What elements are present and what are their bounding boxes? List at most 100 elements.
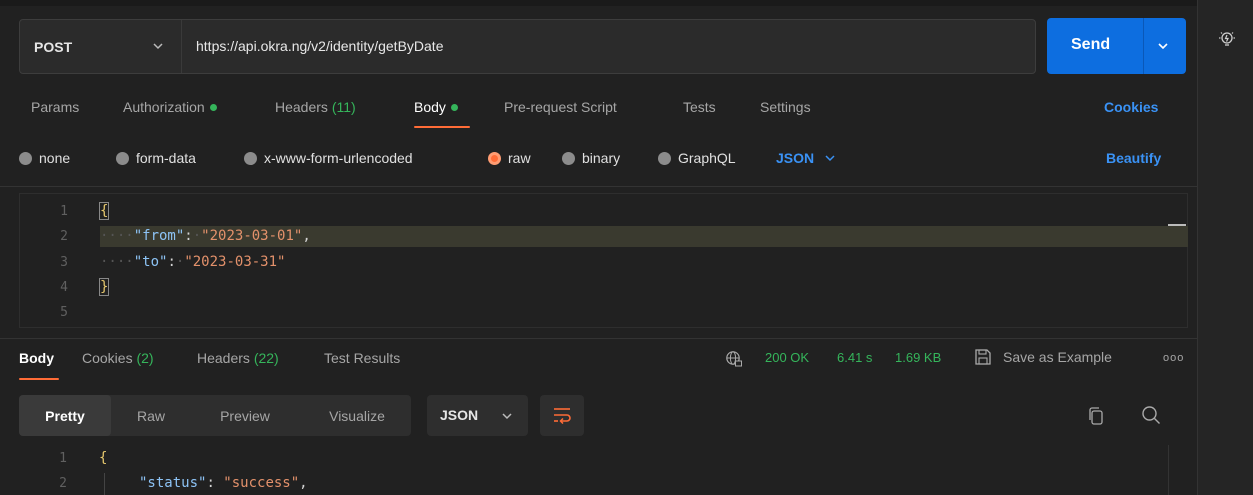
chevron-down-icon xyxy=(825,155,835,162)
code-line: "status": "success", xyxy=(139,475,308,491)
radio-form-data[interactable]: form-data xyxy=(116,150,196,166)
tab-headers[interactable]: Headers (11) xyxy=(275,99,356,115)
json-value: "2023-03-31" xyxy=(184,254,286,270)
tab-tests-label: Tests xyxy=(683,99,716,115)
response-tab-cookies[interactable]: Cookies (2) xyxy=(82,350,154,366)
active-tab-underline xyxy=(19,378,59,380)
open-brace: { xyxy=(99,450,108,466)
tab-body[interactable]: Body xyxy=(414,99,458,115)
radio-raw-label: raw xyxy=(508,150,531,166)
code-line: { xyxy=(98,202,110,220)
code-line: ····"from":·"2023-03-01", xyxy=(100,228,311,244)
save-icon[interactable] xyxy=(974,348,992,366)
tab-authorization-label: Authorization xyxy=(123,99,205,115)
tab-settings-label: Settings xyxy=(760,99,811,115)
tab-headers-label: Headers xyxy=(275,99,328,115)
radio-urlencoded-label: x-www-form-urlencoded xyxy=(264,150,413,166)
line-number: 1 xyxy=(60,204,68,219)
radio-none-icon xyxy=(19,151,32,165)
response-time[interactable]: 6.41 s xyxy=(837,350,872,365)
response-tab-headers-label: Headers xyxy=(197,350,250,366)
json-key: "to" xyxy=(133,254,168,270)
language-select[interactable]: JSON xyxy=(776,150,836,166)
view-raw-button[interactable]: Raw xyxy=(119,395,183,436)
view-visualize-button[interactable]: Visualize xyxy=(307,395,407,436)
response-language-select[interactable]: JSON xyxy=(427,395,528,436)
response-body-viewer[interactable]: 1 2 { "status": "success", xyxy=(19,445,1169,495)
window-top-edge xyxy=(0,0,1253,6)
view-preview-button[interactable]: Preview xyxy=(197,395,293,436)
response-tab-body[interactable]: Body xyxy=(19,350,54,366)
response-tab-headers[interactable]: Headers (22) xyxy=(197,350,279,366)
line-number: 4 xyxy=(60,280,68,295)
radio-raw-icon xyxy=(488,151,501,165)
view-pretty-button[interactable]: Pretty xyxy=(19,395,111,436)
radio-graphql[interactable]: GraphQL xyxy=(658,150,736,166)
radio-form-data-icon xyxy=(116,151,129,165)
json-key: "status" xyxy=(139,475,207,491)
radio-binary-label: binary xyxy=(582,150,621,166)
radio-raw[interactable]: raw xyxy=(488,150,531,166)
tab-settings[interactable]: Settings xyxy=(760,99,811,115)
response-size[interactable]: 1.69 KB xyxy=(895,350,941,365)
divider xyxy=(0,186,1197,187)
chevron-down-icon[interactable] xyxy=(151,39,165,53)
json-key: "from" xyxy=(133,228,185,244)
save-as-example-button[interactable]: Save as Example xyxy=(1003,349,1112,365)
line-number: 2 xyxy=(59,476,67,491)
response-tab-test-results[interactable]: Test Results xyxy=(324,350,400,366)
beautify-link[interactable]: Beautify xyxy=(1106,150,1161,166)
wrap-lines-icon xyxy=(554,408,571,424)
globe-lock-icon[interactable] xyxy=(725,350,743,368)
line-number: 2 xyxy=(60,229,68,244)
status-dot xyxy=(450,104,458,111)
tab-body-label: Body xyxy=(414,99,446,115)
lightbulb-icon[interactable] xyxy=(1218,30,1236,48)
wrap-lines-button[interactable] xyxy=(540,395,584,436)
divider xyxy=(0,338,1197,339)
copy-icon[interactable] xyxy=(1087,406,1105,426)
send-divider xyxy=(1143,18,1144,74)
response-status[interactable]: 200 OK xyxy=(765,350,809,365)
search-icon[interactable] xyxy=(1141,405,1161,425)
radio-none[interactable]: none xyxy=(19,150,70,166)
send-button[interactable]: Send xyxy=(1071,36,1110,54)
response-tab-headers-count: (22) xyxy=(253,350,279,366)
response-scrollbar[interactable] xyxy=(1168,445,1188,495)
radio-graphql-label: GraphQL xyxy=(678,150,736,166)
tab-pre-request-label: Pre-request Script xyxy=(504,99,617,115)
radio-urlencoded-icon xyxy=(244,151,257,165)
response-tab-cookies-label: Cookies xyxy=(82,350,133,366)
cookies-link[interactable]: Cookies xyxy=(1104,99,1158,115)
chevron-down-icon[interactable] xyxy=(1157,40,1169,52)
chevron-down-icon xyxy=(502,413,512,420)
radio-urlencoded[interactable]: x-www-form-urlencoded xyxy=(244,150,413,166)
tab-params[interactable]: Params xyxy=(31,99,79,115)
right-context-panel xyxy=(1197,0,1253,495)
tab-headers-count: (11) xyxy=(331,99,356,115)
active-tab-underline xyxy=(414,126,470,128)
radio-binary-icon xyxy=(562,151,575,165)
radio-none-label: none xyxy=(39,150,71,166)
code-line: } xyxy=(98,278,110,296)
more-icon[interactable]: ooo xyxy=(1163,352,1184,364)
radio-binary[interactable]: binary xyxy=(562,150,620,166)
close-brace: } xyxy=(98,278,110,296)
code-line: ····"to":·"2023-03-31" xyxy=(100,254,286,270)
json-value: "success" xyxy=(223,475,300,491)
response-tab-cookies-count: (2) xyxy=(136,350,154,366)
view-mode-group: Pretty Raw Preview Visualize xyxy=(19,395,411,436)
request-body-editor[interactable]: 1 2 3 4 5 { ····"from":·"2023-03-01", ··… xyxy=(19,193,1188,328)
tab-pre-request-script[interactable]: Pre-request Script xyxy=(504,99,617,115)
response-language-label: JSON xyxy=(440,407,479,423)
tab-authorization[interactable]: Authorization xyxy=(123,99,217,115)
request-url-bar: POST https://api.okra.ng/v2/identity/get… xyxy=(19,19,1036,74)
tab-params-label: Params xyxy=(31,99,80,115)
radio-form-data-label: form-data xyxy=(136,150,196,166)
line-number: 1 xyxy=(59,451,67,466)
url-input[interactable]: https://api.okra.ng/v2/identity/getByDat… xyxy=(196,38,443,54)
scrollbar-marker[interactable] xyxy=(1168,224,1186,226)
tab-tests[interactable]: Tests xyxy=(683,99,716,115)
indent-guide xyxy=(104,473,105,495)
status-dot xyxy=(209,104,217,111)
